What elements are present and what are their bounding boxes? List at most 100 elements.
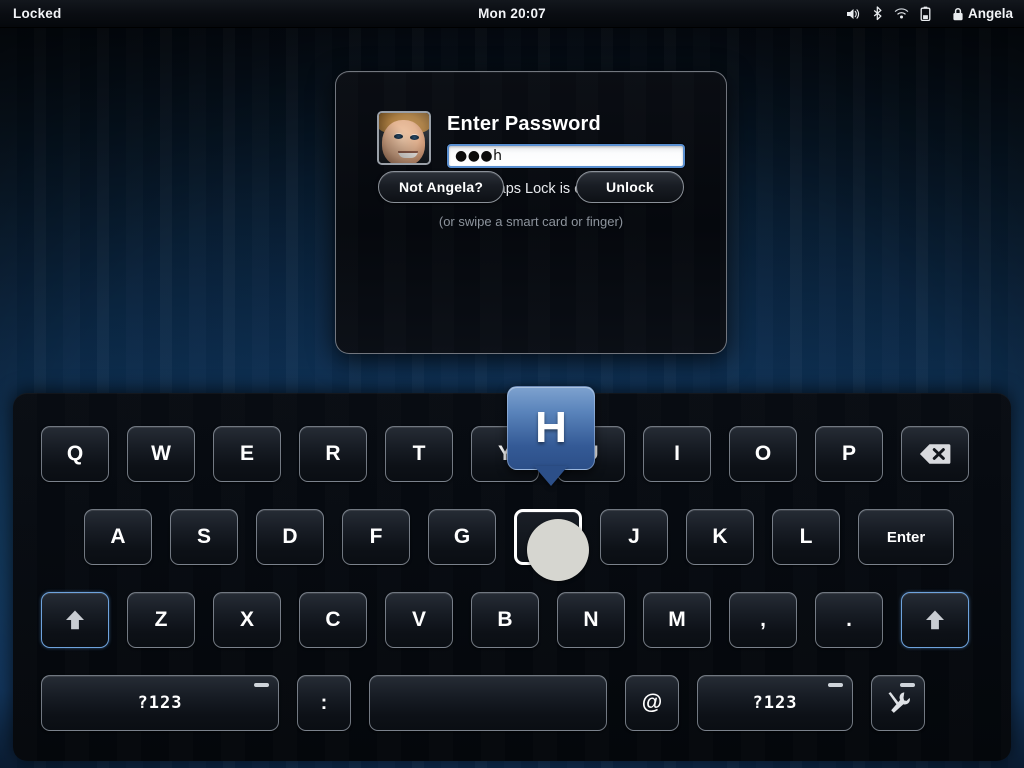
key-c[interactable]: C (299, 592, 367, 648)
key-f-label: F (369, 525, 383, 548)
volume-icon[interactable] (846, 7, 861, 21)
key-h-label: H (540, 525, 555, 549)
key-w[interactable]: W (127, 426, 195, 482)
backspace-icon (919, 444, 951, 464)
dialog-actions: Not Angela? Unlock (336, 171, 726, 203)
bluetooth-icon[interactable] (872, 6, 883, 21)
key-w-label: W (151, 442, 171, 465)
key-g[interactable]: G (428, 509, 496, 565)
key-c-label: C (325, 608, 341, 631)
system-tray: Angela (846, 6, 1024, 22)
not-user-button[interactable]: Not Angela? (378, 171, 505, 203)
key-a-label: A (110, 525, 126, 548)
password-input[interactable]: ●●●h (447, 144, 685, 168)
shift-arrow-icon (926, 610, 944, 630)
key-z[interactable]: Z (127, 592, 195, 648)
key-i[interactable]: I (643, 426, 711, 482)
unlock-dialog: Enter Password ●●●h ♣ Caps Lock is on (o… (335, 71, 727, 354)
key-q-label: Q (66, 442, 84, 465)
long-press-indicator (254, 683, 269, 687)
key-t-label: T (412, 442, 426, 465)
key-r[interactable]: R (299, 426, 367, 482)
key-s-label: S (196, 525, 211, 548)
key-k[interactable]: K (686, 509, 754, 565)
key-v[interactable]: V (385, 592, 453, 648)
key-d-label: D (282, 525, 298, 548)
top-panel: Locked Mon 20:07 Angela (0, 0, 1024, 28)
key-symbols-left-label: ?123 (137, 693, 183, 713)
avatar (377, 111, 431, 165)
key-k-label: K (712, 525, 728, 548)
key-q[interactable]: Q (41, 426, 109, 482)
key-m-label: M (668, 608, 686, 631)
key-shift-left[interactable] (41, 592, 109, 648)
key-comma-label: , (760, 608, 766, 631)
key-p-label: P (841, 442, 856, 465)
shift-arrow-icon (66, 610, 84, 630)
key-symbols-right[interactable]: ?123 (697, 675, 853, 731)
key-f[interactable]: F (342, 509, 410, 565)
unlock-button[interactable]: Unlock (576, 171, 684, 203)
key-e-label: E (239, 442, 254, 465)
key-enter-label: Enter (886, 528, 926, 546)
key-t[interactable]: T (385, 426, 453, 482)
lock-icon (953, 7, 963, 20)
key-o-label: O (754, 442, 772, 465)
key-s[interactable]: S (170, 509, 238, 565)
lock-status-label: Locked (13, 6, 62, 21)
key-m[interactable]: M (643, 592, 711, 648)
key-h[interactable]: H (514, 509, 582, 565)
key-n-label: N (583, 608, 599, 631)
swipe-hint-label: (or swipe a smart card or finger) (438, 214, 624, 229)
key-n[interactable]: N (557, 592, 625, 648)
key-colon[interactable]: : (297, 675, 351, 731)
key-d[interactable]: D (256, 509, 324, 565)
keyboard-row-1: QWERTYUIOP (41, 426, 969, 482)
long-press-indicator (828, 683, 843, 687)
key-x[interactable]: X (213, 592, 281, 648)
credential-row: Enter Password ●●●h (336, 111, 726, 168)
tools-icon (888, 692, 910, 713)
key-j-label: J (628, 525, 640, 548)
key-at[interactable]: @ (625, 675, 679, 731)
wifi-icon[interactable] (894, 7, 909, 20)
key-at-label: @ (641, 691, 663, 714)
key-l-label: L (799, 525, 813, 548)
key-shift-right[interactable] (901, 592, 969, 648)
lock-screen: Locked Mon 20:07 Angela Enter Password ●… (0, 0, 1024, 768)
key-x-label: X (239, 608, 254, 631)
key-i-label: I (674, 442, 680, 465)
key-j[interactable]: J (600, 509, 668, 565)
key-p[interactable]: P (815, 426, 883, 482)
keyboard-row-4: ?123: @ ?123 (41, 675, 925, 731)
key-o[interactable]: O (729, 426, 797, 482)
key-colon-label: : (320, 691, 328, 714)
key-a[interactable]: A (84, 509, 152, 565)
key-symbols-left[interactable]: ?123 (41, 675, 279, 731)
long-press-indicator (900, 683, 915, 687)
key-g-label: G (453, 525, 471, 548)
key-z-label: Z (154, 608, 168, 631)
key-l[interactable]: L (772, 509, 840, 565)
key-b-label: B (497, 608, 513, 631)
key-period-label: . (846, 608, 852, 631)
keyboard-row-3: Z X C V B N M,. (41, 592, 969, 648)
key-backspace[interactable] (901, 426, 969, 482)
password-value: ●●●h (455, 148, 503, 164)
battery-icon[interactable] (920, 6, 932, 22)
key-preview-popup: H (507, 386, 595, 470)
key-preferences[interactable] (871, 675, 925, 731)
key-v-label: V (411, 608, 426, 631)
page-title: Enter Password (447, 113, 601, 135)
key-symbols-right-label: ?123 (752, 693, 798, 713)
user-menu[interactable]: Angela (952, 6, 1013, 21)
key-enter[interactable]: Enter (858, 509, 954, 565)
key-e[interactable]: E (213, 426, 281, 482)
key-comma[interactable]: , (729, 592, 797, 648)
key-b[interactable]: B (471, 592, 539, 648)
key-r-label: R (325, 442, 341, 465)
key-period[interactable]: . (815, 592, 883, 648)
key-space[interactable] (369, 675, 607, 731)
keyboard-row-2: A S D F G H J K L Enter (84, 509, 954, 565)
user-name-label: Angela (967, 6, 1013, 21)
